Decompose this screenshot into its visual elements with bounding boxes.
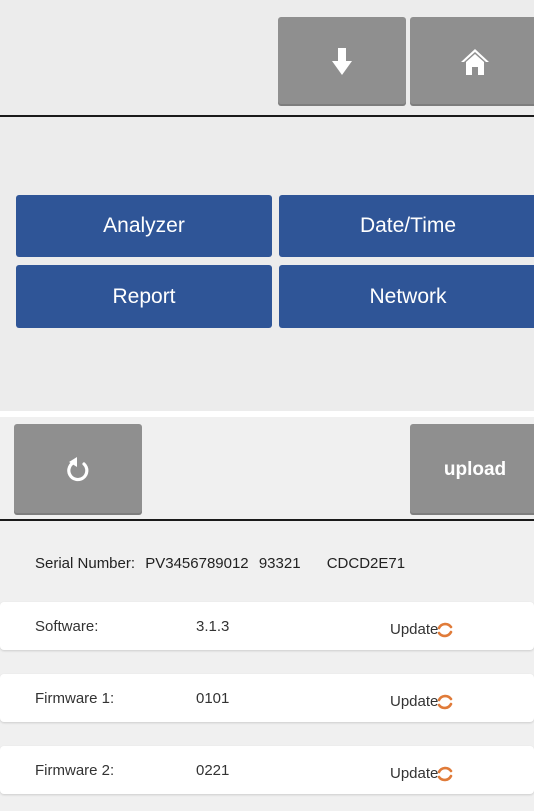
analyzer-label: Analyzer [103, 214, 185, 237]
toolbar-divider [0, 519, 534, 521]
datetime-label: Date/Time [359, 214, 457, 237]
upload-button[interactable]: upload [410, 424, 534, 515]
home-button[interactable] [410, 17, 534, 106]
update-label: Update [390, 692, 439, 710]
firmware1-label: Firmware 1: [35, 690, 115, 707]
software-label: Software: [35, 618, 99, 635]
update-label: Update [390, 764, 439, 782]
settings-menu-panel: Analyzer Date/Time Report Network [0, 0, 534, 411]
device-id-value: CDCD2E71 [326, 555, 406, 572]
firmware2-update-button[interactable]: Update [390, 762, 455, 784]
report-label: Report [112, 284, 176, 308]
firmware1-update-button[interactable]: Update [390, 690, 455, 712]
serial-number-suffix: 93321 [258, 555, 301, 572]
upload-label: upload [443, 458, 507, 480]
software-version: 3.1.3 [196, 618, 230, 635]
toolbar-divider [0, 115, 534, 117]
serial-number-row: Serial Number: PV3456789012 93321 CDCD2E… [35, 555, 534, 572]
refresh-icon [67, 456, 89, 481]
serial-number-value: PV3456789012 [145, 555, 249, 572]
update-refresh-icon [438, 694, 453, 710]
firmware2-label: Firmware 2: [35, 762, 115, 779]
firmware1-version: 0101 [196, 690, 230, 707]
serial-number-label: Serial Number: [35, 555, 136, 572]
arrow-down-icon [332, 47, 352, 75]
firmware2-version: 0221 [196, 762, 230, 779]
update-label: Update [390, 620, 439, 638]
report-button[interactable]: Report [16, 265, 272, 328]
software-row: Software: 3.1.3 Update [0, 602, 534, 650]
network-label: Network [369, 284, 447, 308]
download-button[interactable] [278, 17, 406, 106]
firmware1-row: Firmware 1: 0101 Update [0, 674, 534, 722]
reset-button[interactable] [14, 424, 142, 515]
version-info-panel: upload Serial Number: PV3456789012 93321… [0, 417, 534, 811]
datetime-button[interactable]: Date/Time [279, 195, 534, 257]
analyzer-button[interactable]: Analyzer [16, 195, 272, 257]
software-update-button[interactable]: Update [390, 618, 455, 640]
firmware2-row: Firmware 2: 0221 Update [0, 746, 534, 794]
update-refresh-icon [438, 766, 453, 782]
network-button[interactable]: Network [279, 265, 534, 328]
update-refresh-icon [438, 622, 453, 638]
home-icon [461, 48, 489, 75]
